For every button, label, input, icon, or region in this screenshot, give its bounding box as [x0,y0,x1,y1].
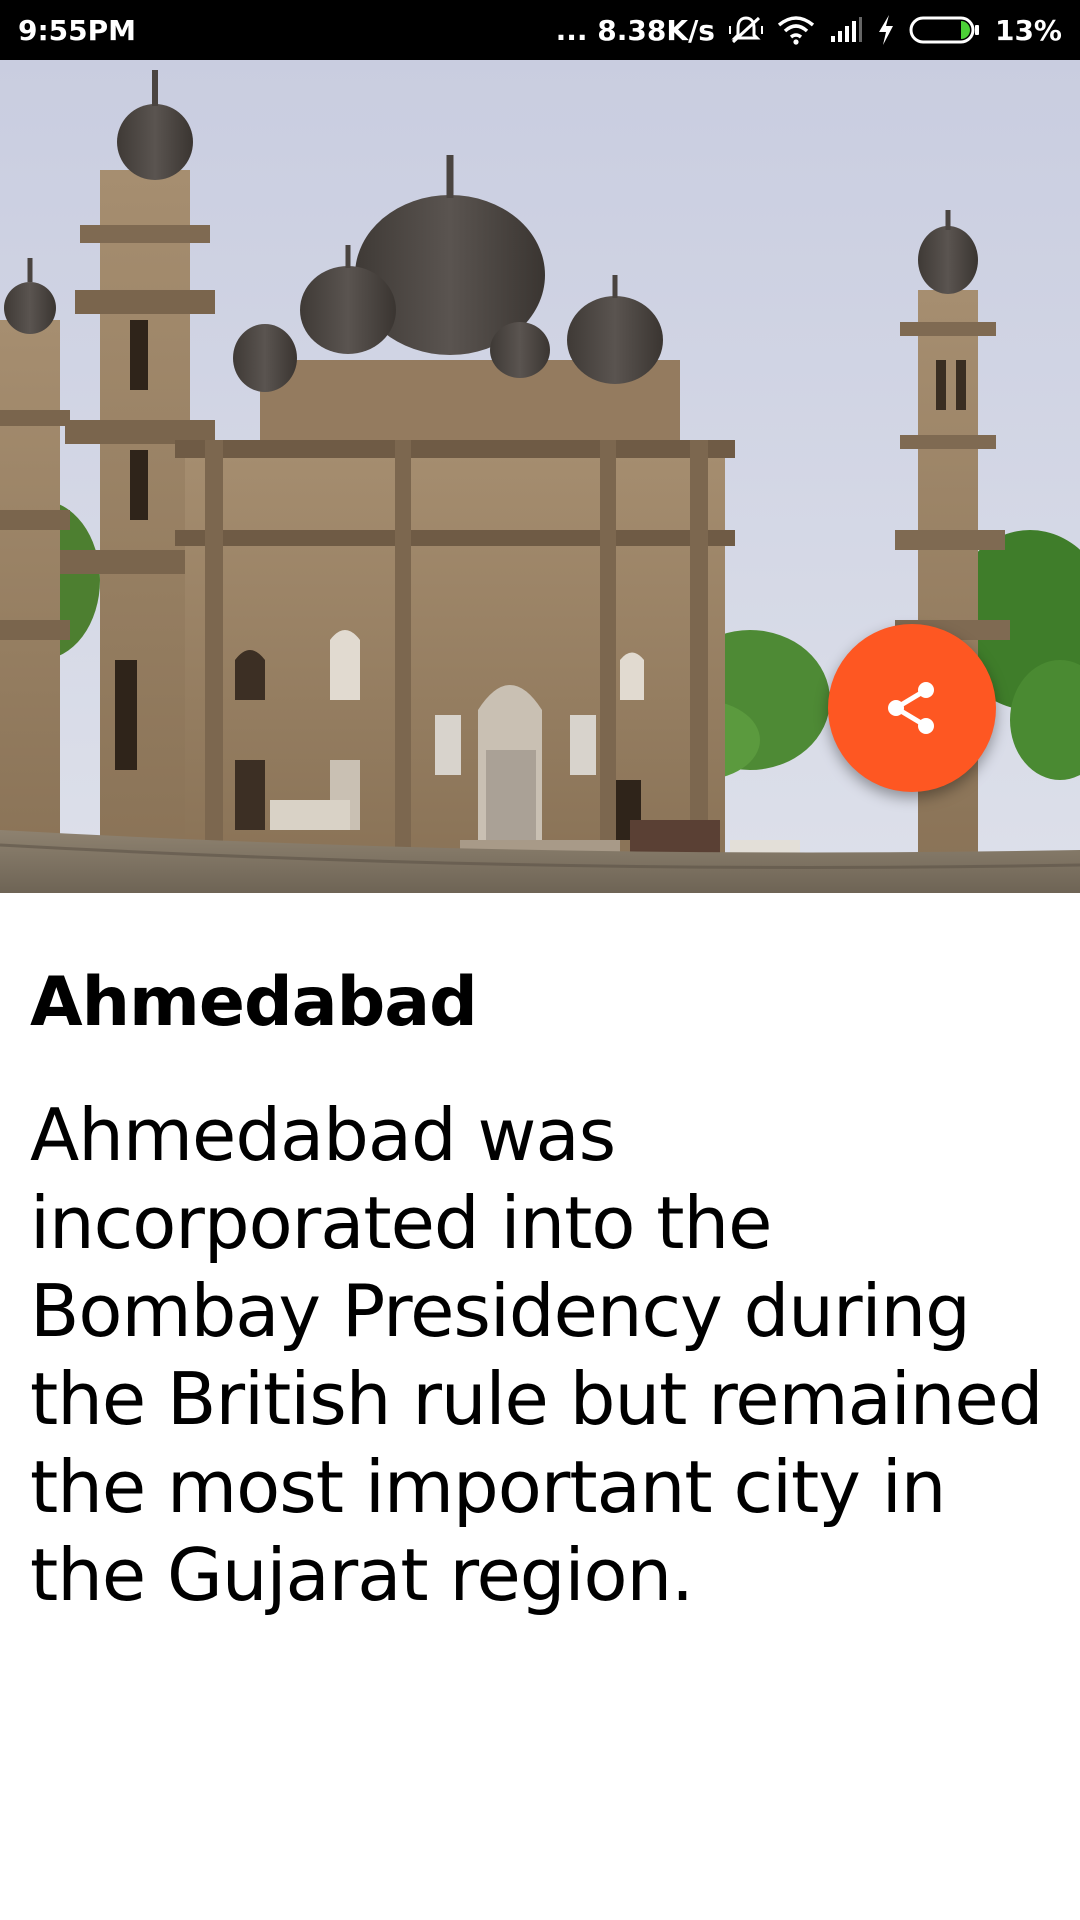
description-text: Ahmedabad was incorporated into the Bomb… [30,1093,1043,1617]
status-time: 9:55PM [18,13,137,47]
network-speed: ... 8.38K/s [555,13,715,47]
wifi-icon [777,15,815,45]
battery-icon [909,15,981,45]
status-left: 9:55PM [18,14,136,47]
detail-content: Ahmedabad Ahmedabad was incorporated int… [30,893,1050,1619]
mute-vibrate-icon [728,14,763,46]
status-bar: 9:55PM ... 8.38K/s 13% [0,0,1080,60]
page-title: Ahmedabad [30,963,478,1042]
charging-icon [877,14,895,46]
share-button[interactable] [828,624,996,792]
status-right: ... 8.38K/s 13% [556,14,1062,47]
battery-percent: 13% [994,13,1062,47]
share-icon [888,682,934,734]
signal-icon [829,16,863,44]
